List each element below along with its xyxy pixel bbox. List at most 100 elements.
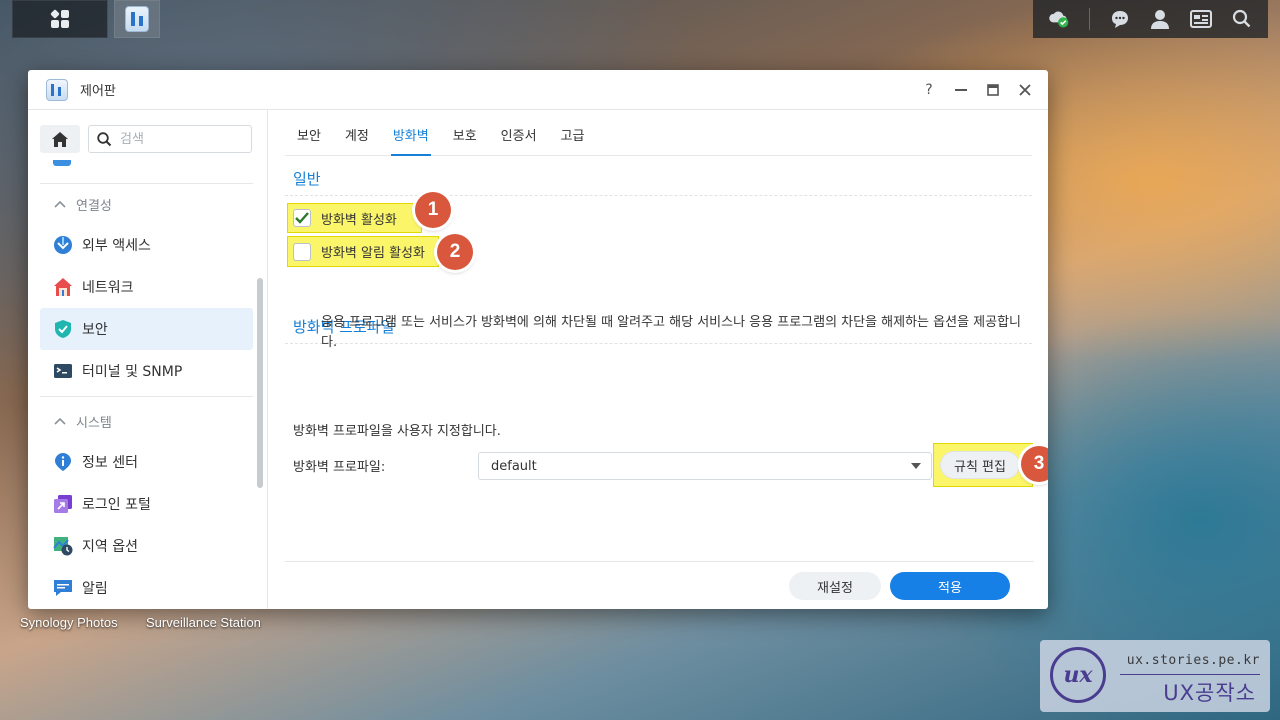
sidebar-item-label: 보안	[82, 322, 108, 338]
tab-firewall[interactable]: 방화벽	[381, 125, 441, 156]
general-section-title: 일반	[285, 168, 1032, 196]
widgets-icon[interactable]	[1189, 8, 1212, 30]
edit-rules-button[interactable]: 규칙 편집	[940, 451, 1020, 479]
desktop-app-surveillance-station[interactable]: Surveillance Station	[146, 615, 261, 630]
sidebar-divider	[40, 396, 253, 397]
home-button[interactable]	[40, 125, 80, 153]
main-menu-button[interactable]	[12, 0, 108, 38]
watermark-logo: ux	[1050, 647, 1106, 703]
maximize-button[interactable]	[984, 81, 1002, 99]
minimize-button[interactable]	[952, 81, 970, 99]
sidebar-item-label: 터미널 및 SNMP	[82, 364, 183, 380]
sidebar-item-label: 네트워크	[82, 280, 134, 296]
window-titlebar[interactable]: 제어판 ?	[28, 70, 1048, 110]
profile-select-value: default	[491, 458, 537, 474]
profile-select[interactable]: default	[478, 452, 932, 480]
watermark: ux ux.stories.pe.kr UX공작소	[1040, 640, 1270, 712]
search-input[interactable]	[120, 131, 240, 147]
security-shield-icon	[55, 320, 71, 338]
sidebar-section-system[interactable]: 시스템	[40, 401, 253, 441]
tab-bar: 보안 계정 방화벽 보호 인증서 고급	[285, 110, 1032, 156]
enable-notification-checkbox[interactable]	[293, 242, 311, 261]
footer: 재설정 적용	[285, 561, 1034, 609]
section-label: 연결성	[76, 198, 112, 214]
notification-icon	[54, 580, 72, 596]
sidebar: 연결성 외부 액세스 네트워크 보안 터미널 및 SNMP 시스템	[28, 110, 268, 609]
desktop-app-synology-photos[interactable]: Synology Photos	[20, 615, 118, 630]
step-badge-2: 2	[437, 234, 473, 270]
tab-advanced[interactable]: 고급	[549, 125, 597, 155]
taskbar-separator	[1088, 8, 1090, 30]
sidebar-list: 연결성 외부 액세스 네트워크 보안 터미널 및 SNMP 시스템 정보 센터 …	[40, 160, 253, 609]
search-icon	[97, 131, 112, 146]
sidebar-item-partial[interactable]	[40, 160, 253, 184]
sidebar-item-label: 정보 센터	[82, 455, 138, 471]
search-field[interactable]	[88, 125, 252, 153]
control-panel-window: 제어판 ? 검색 연결성 외부 액세스 네트워크 보안 터미널 및 SNMP 시…	[28, 70, 1048, 609]
sidebar-top	[28, 110, 267, 153]
enable-firewall-checkbox[interactable]	[293, 209, 311, 227]
main-panel: 보안 계정 방화벽 보호 인증서 고급 일반 방화벽 활성화 1 방화벽 알림 …	[269, 110, 1048, 609]
watermark-url: ux.stories.pe.kr	[1126, 653, 1260, 668]
section-label: 시스템	[76, 415, 112, 431]
login-portal-icon	[54, 495, 72, 513]
sidebar-item-info-center[interactable]: 정보 센터	[40, 441, 253, 483]
taskbar-right	[1033, 0, 1268, 38]
sidebar-item-notification[interactable]: 알림	[40, 567, 253, 609]
watermark-name: UX공작소	[1163, 681, 1256, 705]
enable-notification-highlight: 방화벽 알림 활성화	[287, 236, 439, 267]
watermark-divider	[1120, 674, 1260, 675]
dropdown-caret-icon	[911, 463, 921, 469]
profile-description: 방화벽 프로파일을 사용자 지정합니다.	[293, 424, 501, 439]
tab-certificate[interactable]: 인증서	[489, 125, 549, 155]
enable-notification-label[interactable]: 방화벽 알림 활성화	[321, 242, 425, 261]
minimize-icon	[955, 88, 967, 91]
regional-options-icon	[53, 537, 73, 556]
window-title: 제어판	[80, 84, 116, 99]
chevron-up-icon	[54, 417, 66, 425]
tab-security[interactable]: 보안	[285, 125, 333, 155]
reset-button[interactable]: 재설정	[789, 572, 881, 600]
profile-label: 방화벽 프로파일:	[293, 460, 386, 475]
sidebar-item-login-portal[interactable]: 로그인 포털	[40, 483, 253, 525]
help-button[interactable]: ?	[920, 81, 938, 99]
network-icon	[54, 278, 72, 296]
cloud-sync-icon[interactable]	[1048, 8, 1070, 30]
search-icon[interactable]	[1231, 8, 1253, 30]
sidebar-item-security[interactable]: 보안	[40, 308, 253, 350]
sidebar-item-label: 알림	[82, 581, 108, 597]
chevron-up-icon	[54, 200, 66, 208]
close-icon	[1019, 83, 1031, 96]
chat-icon[interactable]	[1109, 8, 1131, 30]
window-controls: ?	[920, 81, 1034, 99]
checkmark-icon	[295, 212, 309, 224]
sidebar-item-external-access[interactable]: 외부 액세스	[40, 224, 253, 266]
sidebar-item-label: 외부 액세스	[82, 238, 151, 254]
maximize-icon	[987, 83, 999, 96]
close-button[interactable]	[1016, 81, 1034, 99]
enable-firewall-label[interactable]: 방화벽 활성화	[321, 209, 397, 228]
main-menu-icon	[50, 9, 69, 28]
taskbar-left	[12, 0, 160, 38]
enable-firewall-highlight: 방화벽 활성화	[287, 203, 422, 233]
control-panel-icon	[46, 78, 68, 101]
sidebar-item-label: 지역 옵션	[82, 539, 138, 555]
sidebar-item-network[interactable]: 네트워크	[40, 266, 253, 308]
info-center-icon	[55, 453, 71, 471]
firewall-notification-description: 응용 프로그램 또는 서비스가 방화벽에 의해 차단될 때 알려주고 해당 서비…	[321, 315, 1021, 350]
sidebar-section-connectivity[interactable]: 연결성	[40, 184, 253, 224]
step-badge-1: 1	[415, 192, 451, 228]
sidebar-item-label: 로그인 포털	[82, 497, 151, 513]
sidebar-item-terminal[interactable]: 터미널 및 SNMP	[40, 350, 253, 392]
user-icon[interactable]	[1149, 8, 1171, 30]
tab-protection[interactable]: 보호	[441, 125, 489, 155]
sidebar-scrollbar[interactable]	[257, 278, 263, 488]
control-panel-icon	[125, 6, 149, 32]
external-access-icon	[54, 236, 72, 254]
sidebar-item-regional-options[interactable]: 지역 옵션	[40, 525, 253, 567]
partial-item-icon	[53, 160, 71, 166]
home-icon	[52, 131, 68, 147]
tab-account[interactable]: 계정	[333, 125, 381, 155]
apply-button[interactable]: 적용	[890, 572, 1010, 600]
taskbar-control-panel-button[interactable]	[114, 0, 160, 38]
